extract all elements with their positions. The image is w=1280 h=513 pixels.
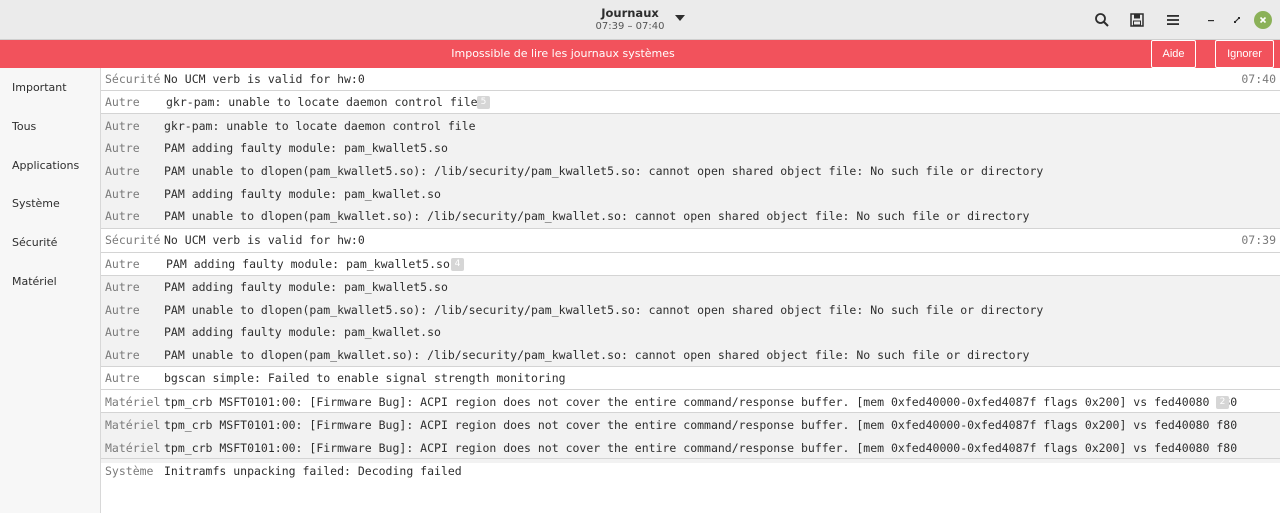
log-category: Matériel xyxy=(105,395,161,409)
log-message: gkr-pam: unable to locate daemon control… xyxy=(166,95,478,109)
log-message: PAM unable to dlopen(pam_kwallet5.so): /… xyxy=(164,164,1044,178)
log-category: Matériel xyxy=(105,441,161,455)
log-message: PAM adding faulty module: pam_kwallet5.s… xyxy=(166,257,450,271)
log-message: tpm_crb MSFT0101:00: [Firmware Bug]: ACP… xyxy=(164,441,1238,455)
sidebar-item-important[interactable]: Important xyxy=(12,81,67,94)
log-message: PAM unable to dlopen(pam_kwallet.so): /l… xyxy=(164,348,1030,362)
window-subtitle: 07:39 – 07:40 xyxy=(595,21,665,32)
search-icon[interactable] xyxy=(1090,8,1114,32)
row-divider xyxy=(101,389,1280,390)
log-category: Autre xyxy=(105,164,140,178)
sidebar-item-hardware[interactable]: Matériel xyxy=(12,275,57,288)
row-divider xyxy=(101,275,1280,276)
log-message: PAM unable to dlopen(pam_kwallet5.so): /… xyxy=(164,303,1044,317)
log-category: Autre xyxy=(105,119,140,133)
save-icon[interactable] xyxy=(1125,8,1149,32)
log-message: No UCM verb is valid for hw:0 xyxy=(164,233,365,247)
category-sidebar: Important Tous Applications Système Sécu… xyxy=(0,68,101,513)
log-category: Autre xyxy=(105,209,140,223)
log-message: No UCM verb is valid for hw:0 xyxy=(164,72,365,86)
menu-icon[interactable] xyxy=(1161,8,1185,32)
row-divider xyxy=(101,458,1280,459)
row-divider xyxy=(101,252,1280,253)
header-bar: Journaux 07:39 – 07:40 xyxy=(0,0,1280,40)
log-category: Autre xyxy=(105,303,140,317)
log-message: PAM adding faulty module: pam_kwallet5.s… xyxy=(164,280,448,294)
row-divider xyxy=(101,366,1280,367)
sidebar-item-applications[interactable]: Applications xyxy=(12,159,79,172)
count-badge: 5 xyxy=(477,96,490,109)
log-category: Autre xyxy=(105,280,140,294)
sidebar-item-system[interactable]: Système xyxy=(12,197,60,210)
log-time: 07:40 xyxy=(1241,72,1276,86)
log-category: Autre xyxy=(105,371,140,385)
log-message: PAM unable to dlopen(pam_kwallet.so): /l… xyxy=(164,209,1030,223)
log-message: tpm_crb MSFT0101:00: [Firmware Bug]: ACP… xyxy=(164,395,1238,409)
sidebar-item-security[interactable]: Sécurité xyxy=(12,236,57,249)
log-message: Initramfs unpacking failed: Decoding fai… xyxy=(164,464,462,478)
log-message: PAM adding faulty module: pam_kwallet.so xyxy=(164,325,441,339)
restore-icon[interactable] xyxy=(1228,11,1246,29)
row-divider xyxy=(101,412,1280,413)
log-message: PAM adding faulty module: pam_kwallet5.s… xyxy=(164,141,448,155)
error-infobar: Impossible de lire les journaux systèmes… xyxy=(0,40,1280,68)
row-divider xyxy=(101,113,1280,114)
count-badge: 2 xyxy=(1216,396,1229,409)
log-category: Autre xyxy=(105,257,140,271)
ignore-button[interactable]: Ignorer xyxy=(1215,40,1274,68)
row-divider xyxy=(101,90,1280,91)
log-message: PAM adding faulty module: pam_kwallet.so xyxy=(164,187,441,201)
log-list: Sécurité No UCM verb is valid for hw:0 0… xyxy=(101,68,1280,513)
minimize-icon[interactable] xyxy=(1202,11,1220,29)
log-message: gkr-pam: unable to locate daemon control… xyxy=(164,119,476,133)
help-button[interactable]: Aide xyxy=(1151,40,1196,68)
sidebar-item-all[interactable]: Tous xyxy=(12,120,36,133)
chevron-down-icon[interactable] xyxy=(675,15,685,21)
log-category: Autre xyxy=(105,187,140,201)
close-icon[interactable] xyxy=(1254,11,1272,29)
log-category: Sécurité xyxy=(105,233,161,247)
count-badge: 4 xyxy=(451,258,464,271)
log-category: Autre xyxy=(105,325,140,339)
log-category: Sécurité xyxy=(105,72,161,86)
log-time: 07:39 xyxy=(1241,233,1276,247)
infobar-message: Impossible de lire les journaux systèmes xyxy=(451,47,675,60)
log-category: Autre xyxy=(105,95,140,109)
log-message: bgscan simple: Failed to enable signal s… xyxy=(164,371,566,385)
row-divider xyxy=(101,228,1280,229)
log-category: Autre xyxy=(105,348,140,362)
log-category: Autre xyxy=(105,141,140,155)
log-category: Matériel xyxy=(105,418,161,432)
log-message: tpm_crb MSFT0101:00: [Firmware Bug]: ACP… xyxy=(164,418,1238,432)
log-category: Système xyxy=(105,464,154,478)
